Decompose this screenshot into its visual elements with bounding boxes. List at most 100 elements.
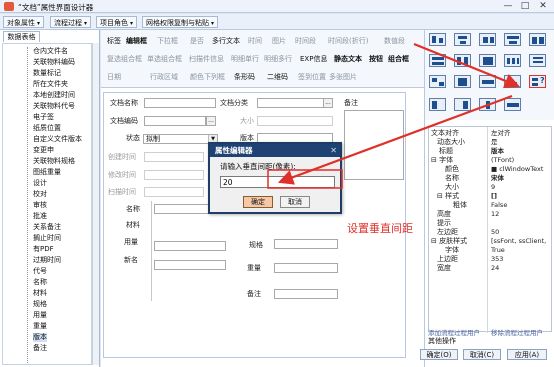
same-height-icon[interactable] bbox=[454, 54, 471, 67]
prop-value[interactable]: 左对齐 bbox=[491, 129, 549, 137]
tree-item[interactable]: 用量 bbox=[33, 311, 47, 320]
tree-scrollbar[interactable] bbox=[92, 43, 99, 365]
tree-item-selected[interactable]: 版本 bbox=[33, 333, 47, 342]
minimize-button[interactable]: — bbox=[500, 1, 516, 12]
created-time-field[interactable] bbox=[144, 152, 204, 162]
ribbon-button[interactable]: 按钮 bbox=[369, 55, 383, 64]
tree-item[interactable]: 过期时间 bbox=[33, 256, 61, 265]
dialog-cancel-button[interactable]: 取消 bbox=[280, 196, 310, 208]
ribbon-multi-images[interactable]: 多张图片 bbox=[329, 73, 357, 82]
tree-item[interactable]: 备注 bbox=[33, 344, 47, 353]
doc-name-field[interactable] bbox=[144, 98, 216, 108]
ribbon-checkgroup[interactable]: 复选组合框 bbox=[107, 55, 142, 64]
align-left-icon[interactable] bbox=[429, 33, 446, 46]
ribbon-multiline[interactable]: 多行文本 bbox=[212, 37, 240, 46]
tree-item[interactable]: 校对 bbox=[33, 190, 47, 199]
data-table-tab[interactable]: 数据表格 bbox=[3, 31, 40, 42]
properties-grid[interactable]: 文本对齐 左对齐 动态大小 是 标题 版本 ⊟ 字体 (TFont) 颜色 ■ … bbox=[428, 126, 552, 333]
tree-item[interactable]: 关系备注 bbox=[33, 223, 61, 232]
center-vertical-icon[interactable] bbox=[504, 98, 521, 111]
prop-value[interactable]: ■ clWindowText bbox=[491, 165, 549, 173]
tree-item[interactable]: 数量标记 bbox=[33, 69, 61, 78]
vertical-spacing-icon[interactable] bbox=[529, 54, 546, 67]
ribbon-color-dropdown[interactable]: 颜色下列框 bbox=[190, 73, 225, 82]
tree-item[interactable]: 审核 bbox=[33, 201, 47, 210]
bring-front-icon[interactable] bbox=[429, 98, 446, 111]
prop-value[interactable]: 宋体 bbox=[491, 174, 549, 182]
align-right-icon[interactable] bbox=[479, 33, 496, 46]
tree-item[interactable]: 变更申 bbox=[33, 146, 54, 155]
ribbon-exp-info[interactable]: EXP信息 bbox=[300, 55, 327, 64]
spec-field[interactable] bbox=[274, 239, 338, 249]
ribbon-static-text[interactable]: 静态文本 bbox=[334, 55, 362, 64]
same-width-icon[interactable] bbox=[429, 54, 446, 67]
tree-item[interactable]: 名称 bbox=[33, 278, 47, 287]
remark-side-field[interactable] bbox=[344, 110, 404, 180]
prop-value[interactable]: [] bbox=[491, 192, 549, 200]
scanned-time-field[interactable] bbox=[144, 187, 204, 197]
stack-icon[interactable] bbox=[454, 75, 471, 88]
ribbon-detail-single[interactable]: 明细单行 bbox=[231, 55, 259, 64]
spacing-adjust-icon[interactable] bbox=[504, 75, 521, 88]
ribbon-checkin-location[interactable]: 签到位置 bbox=[298, 73, 326, 82]
tree-item[interactable]: 自定义文件版本 bbox=[33, 135, 82, 144]
grid-layout-icon[interactable] bbox=[429, 75, 446, 88]
send-back-icon[interactable] bbox=[454, 98, 471, 111]
same-size-icon[interactable] bbox=[479, 54, 496, 67]
modified-time-field[interactable] bbox=[144, 170, 204, 180]
prop-value[interactable]: True bbox=[491, 246, 549, 254]
ribbon-timespan[interactable]: 时间段 bbox=[295, 37, 316, 46]
tree-item[interactable]: 纸质位置 bbox=[33, 124, 61, 133]
prop-value[interactable]: (TFont) bbox=[491, 156, 549, 164]
apply-button[interactable]: 应用(A) bbox=[507, 349, 547, 360]
tree-item[interactable]: 规格 bbox=[33, 300, 47, 309]
tree-item[interactable]: 电子签 bbox=[33, 113, 54, 122]
ribbon-region[interactable]: 行政区域 bbox=[150, 73, 178, 82]
field-tree[interactable]: 仓内文件名 关联物料编码 数量标记 所在文件夹 本地创建时间 关联物料代号 电子… bbox=[2, 43, 92, 365]
ribbon-detail-multi[interactable]: 明细多行 bbox=[264, 55, 292, 64]
object-properties-tab[interactable]: 对象属性 ▾ bbox=[3, 16, 45, 28]
remove-process-user-link[interactable]: 移除流程过程用户 bbox=[491, 327, 543, 337]
ribbon-time[interactable]: 时间 bbox=[248, 37, 262, 46]
project-role-tab[interactable]: 项目角色 ▾ bbox=[96, 16, 138, 28]
tree-item[interactable]: 搁止时间 bbox=[33, 234, 61, 243]
prop-value[interactable]: [ssFont, ssClient, bbox=[491, 237, 549, 245]
ribbon-image[interactable]: 图片 bbox=[272, 37, 286, 46]
center-horizontal-icon[interactable] bbox=[479, 98, 496, 111]
tree-item[interactable]: 本地创建时间 bbox=[33, 91, 75, 100]
ok-button[interactable]: 确定(O) bbox=[420, 349, 458, 360]
ribbon-numspan[interactable]: 数值段 bbox=[384, 37, 405, 46]
name-field[interactable] bbox=[154, 204, 216, 214]
prop-value[interactable]: False bbox=[491, 201, 549, 209]
doc-code-field[interactable] bbox=[144, 116, 206, 126]
newname-field[interactable] bbox=[154, 260, 226, 270]
doc-category-picker[interactable]: ... bbox=[323, 98, 333, 108]
ribbon-date[interactable]: 日期 bbox=[107, 73, 121, 82]
doc-code-picker[interactable]: ... bbox=[206, 116, 216, 126]
ribbon-editbox[interactable]: 编辑框 bbox=[126, 37, 147, 46]
prop-value[interactable]: 是 bbox=[491, 138, 549, 146]
ribbon-barcode[interactable]: 条形码 bbox=[234, 73, 255, 82]
tree-item[interactable]: 有PDF bbox=[33, 245, 54, 254]
grid-permission-tab[interactable]: 网格权限复制与粘贴 ▾ bbox=[142, 16, 219, 28]
ribbon-combobox[interactable]: 组合框 bbox=[388, 55, 409, 64]
size-field[interactable] bbox=[257, 116, 333, 126]
prop-value[interactable]: 版本 bbox=[491, 147, 549, 155]
tree-item[interactable]: 关联物料代号 bbox=[33, 102, 75, 111]
ribbon-yesno[interactable]: 是否 bbox=[190, 37, 204, 46]
prop-value[interactable]: 9 bbox=[491, 183, 549, 191]
prop-value[interactable]: 24 bbox=[491, 264, 549, 272]
remark-bottom-field[interactable] bbox=[274, 289, 338, 299]
dialog-close-icon[interactable]: ✕ bbox=[330, 145, 337, 156]
tree-item[interactable]: 设计 bbox=[33, 179, 47, 188]
ribbon-label[interactable]: 标签 bbox=[107, 37, 121, 46]
ribbon-qrcode[interactable]: 二维码 bbox=[267, 73, 288, 82]
status-select[interactable]: 拟制 ▼ bbox=[143, 134, 218, 144]
prop-value[interactable]: 50 bbox=[491, 228, 549, 236]
vertical-spacing-input[interactable] bbox=[220, 176, 335, 188]
distribute-icon[interactable] bbox=[479, 75, 496, 88]
ribbon-timespan-wrap[interactable]: 时间段(折行) bbox=[328, 37, 368, 46]
tree-item[interactable]: 批准 bbox=[33, 212, 47, 221]
tree-item[interactable]: 图纸重量 bbox=[33, 168, 61, 177]
align-center-icon[interactable] bbox=[454, 33, 471, 46]
